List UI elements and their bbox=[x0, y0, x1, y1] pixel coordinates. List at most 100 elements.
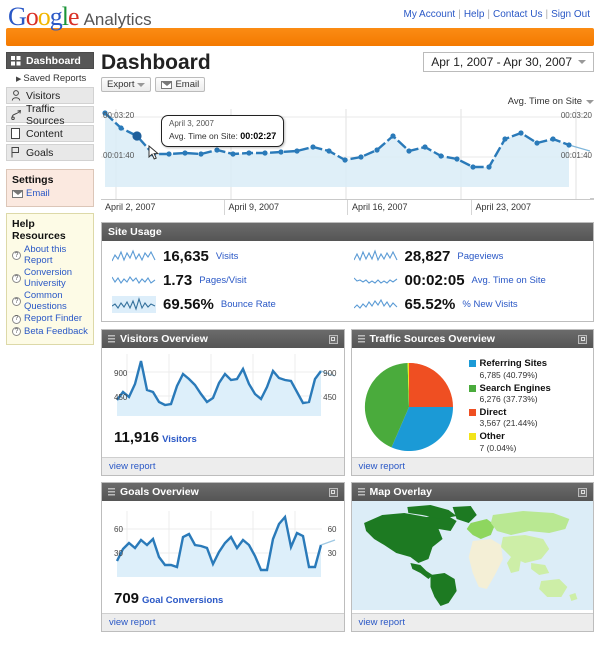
contact-us-link[interactable]: Contact Us bbox=[493, 9, 542, 20]
minimize-icon[interactable] bbox=[328, 334, 338, 344]
link-separator: | bbox=[545, 9, 549, 20]
minimize-icon[interactable] bbox=[578, 334, 587, 344]
widget-footer: view report bbox=[102, 457, 344, 475]
metric-value: 16,635 bbox=[163, 248, 209, 265]
metric-visits[interactable]: 16,635 Visits bbox=[106, 246, 348, 267]
help-resources-title: Help Resources bbox=[12, 218, 66, 243]
metric-new-visits[interactable]: 65.52% % New Visits bbox=[348, 294, 590, 315]
metric-label: Pages/Visit bbox=[199, 275, 247, 286]
legend-swatch bbox=[468, 360, 476, 368]
metric-bounce-rate[interactable]: 69.56% Bounce Rate bbox=[106, 294, 348, 315]
logo-letter: G bbox=[8, 2, 27, 31]
question-mark-icon: ? bbox=[12, 297, 21, 307]
help-item-beta-feedback[interactable]: ? Beta Feedback bbox=[12, 326, 88, 337]
legend-detail: 3,567 (21.44%) bbox=[479, 418, 538, 429]
logo-letter: e bbox=[68, 2, 80, 31]
sidebar-item-visitors[interactable]: Visitors bbox=[6, 87, 94, 104]
sidebar-item-goals[interactable]: Goals bbox=[6, 144, 94, 161]
widget-footer: view report bbox=[102, 613, 344, 631]
chart-tooltip: April 3, 2007 Avg. Time on Site: 00:02:2… bbox=[161, 115, 285, 148]
sign-out-link[interactable]: Sign Out bbox=[551, 9, 590, 20]
legend-item-direct[interactable]: Direct 3,567 (21.44%) bbox=[468, 407, 551, 429]
legend-item-search-engines[interactable]: Search Engines 6,276 (37.73%) bbox=[468, 383, 551, 404]
legend-name: Referring Sites bbox=[479, 358, 548, 370]
help-item-label: Conversion University bbox=[24, 267, 73, 289]
help-item-label: About this Report bbox=[24, 244, 67, 266]
email-button-label: Email bbox=[175, 79, 200, 90]
minimize-icon[interactable] bbox=[578, 487, 587, 497]
minimize-icon[interactable] bbox=[328, 487, 338, 497]
help-item-conversion-university[interactable]: ? Conversion University bbox=[12, 268, 88, 289]
email-button[interactable]: Email bbox=[155, 77, 206, 92]
widget-header: Traffic Sources Overview bbox=[351, 330, 593, 348]
settings-item-email[interactable]: Email bbox=[12, 188, 88, 199]
metric-pages-per-visit[interactable]: 1.73 Pages/Visit bbox=[106, 270, 348, 291]
drag-handle-icon[interactable] bbox=[108, 488, 115, 496]
y-axis-bottom-label-left: 00:01:40 bbox=[103, 151, 135, 160]
metric-selector[interactable]: Avg. Time on Site bbox=[101, 96, 594, 107]
sparkline-icon bbox=[353, 298, 397, 309]
sidebar-item-traffic-sources[interactable]: Traffic Sources bbox=[6, 103, 94, 127]
grid-icon bbox=[11, 55, 23, 66]
help-link[interactable]: Help bbox=[464, 9, 485, 20]
main-chart[interactable]: 00:03:20 00:01:40 00:03:20 00:01:40 Apri… bbox=[101, 109, 594, 199]
google-wordmark: Google bbox=[8, 2, 80, 31]
drag-handle-icon[interactable] bbox=[108, 335, 115, 343]
widget-big-number: 11,916 Visitors bbox=[107, 427, 339, 446]
view-report-link[interactable]: view report bbox=[359, 617, 405, 628]
export-button-label: Export bbox=[107, 79, 135, 90]
x-axis-tick: April 9, 2007 bbox=[223, 200, 348, 215]
sidebar-item-label: Goals bbox=[26, 146, 54, 159]
tooltip-metric-value: 00:02:27 bbox=[240, 130, 277, 141]
help-item-about-this-report[interactable]: ? About this Report bbox=[12, 245, 88, 266]
view-report-link[interactable]: view report bbox=[109, 617, 155, 628]
page-header: Dashboard Export Email Apr 1, 2007 - Apr… bbox=[101, 52, 594, 92]
person-icon bbox=[11, 90, 23, 101]
product-name: Analytics bbox=[83, 10, 152, 29]
date-range-selector[interactable]: Apr 1, 2007 - Apr 30, 2007 bbox=[423, 52, 594, 72]
widget-body: 60 30 60 30 709 Goal Conversions bbox=[102, 501, 344, 613]
sparkline-icon bbox=[112, 296, 156, 313]
legend-item-other[interactable]: Other 7 (0.04%) bbox=[468, 431, 551, 453]
widget-title-wrap: Visitors Overview bbox=[108, 333, 208, 345]
flag-icon bbox=[11, 147, 23, 158]
sparkline-icon bbox=[112, 249, 156, 262]
widget-title-wrap: Map Overlay bbox=[357, 486, 432, 498]
drag-handle-icon[interactable] bbox=[357, 335, 365, 343]
logo-letter: g bbox=[49, 2, 63, 31]
main-content: Dashboard Export Email Apr 1, 2007 - Apr… bbox=[94, 52, 594, 632]
traffic-sources-pie-chart[interactable] bbox=[357, 357, 465, 457]
view-report-link[interactable]: view report bbox=[109, 461, 155, 472]
question-mark-icon: ? bbox=[12, 327, 21, 337]
metric-selector-label: Avg. Time on Site bbox=[507, 96, 582, 107]
analytics-dashboard-page: Google Analytics My Account | Help | Contact… bbox=[0, 0, 600, 652]
metric-value: 28,827 bbox=[404, 248, 451, 265]
world-map-choropleth[interactable] bbox=[351, 501, 594, 610]
legend-item-referring-sites[interactable]: Referring Sites 6,785 (40.79%) bbox=[468, 358, 551, 380]
sidebar-item-dashboard[interactable]: Dashboard bbox=[6, 52, 94, 69]
sidebar-saved-reports[interactable]: ▶ Saved Reports bbox=[6, 71, 94, 87]
legend-name: Other bbox=[479, 431, 505, 443]
legend-swatch bbox=[468, 384, 476, 392]
goals-sparkline-chart bbox=[115, 511, 336, 577]
site-usage-title-wrap: Site Usage bbox=[108, 226, 162, 238]
drag-handle-icon[interactable] bbox=[357, 488, 365, 496]
question-mark-icon: ? bbox=[12, 314, 21, 324]
view-report-link[interactable]: view report bbox=[359, 461, 405, 472]
widget-body bbox=[351, 501, 594, 613]
widget-title: Goals Overview bbox=[120, 486, 199, 498]
traffic-icon bbox=[11, 109, 23, 120]
my-account-link[interactable]: My Account bbox=[404, 9, 456, 20]
link-separator: | bbox=[458, 9, 461, 20]
question-mark-icon: ? bbox=[12, 274, 21, 284]
metric-avg-time-on-site[interactable]: 00:02:05 Avg. Time on Site bbox=[348, 270, 590, 291]
help-item-common-questions[interactable]: ? Common Questions bbox=[12, 290, 88, 312]
settings-item-label: Email bbox=[26, 188, 50, 199]
export-button[interactable]: Export bbox=[101, 77, 152, 92]
mouse-cursor-icon bbox=[148, 145, 160, 160]
metric-label: % New Visits bbox=[462, 299, 518, 310]
sidebar-item-content[interactable]: Content bbox=[6, 125, 94, 142]
help-item-report-finder[interactable]: ? Report Finder bbox=[12, 313, 88, 324]
widget-visitors-overview: Visitors Overview 900 450 900 450 11,916… bbox=[101, 329, 345, 476]
metric-pageviews[interactable]: 28,827 Pageviews bbox=[348, 246, 590, 267]
